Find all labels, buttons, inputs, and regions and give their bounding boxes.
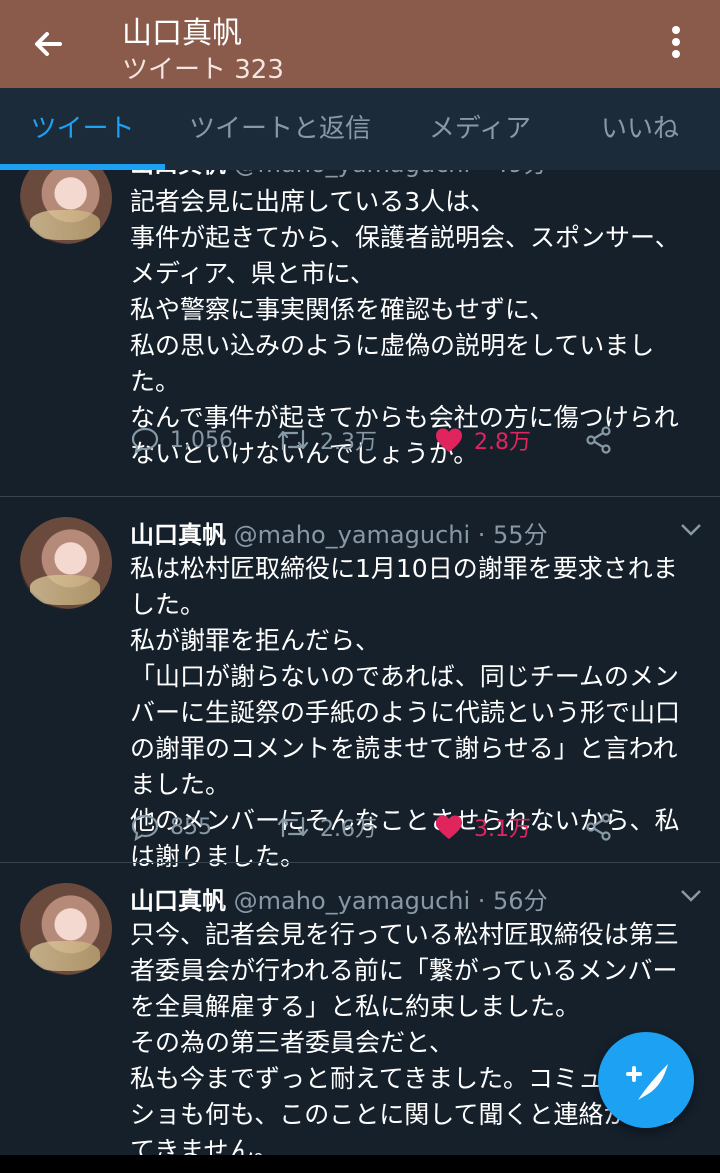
more-options-button[interactable] xyxy=(660,20,692,64)
reply-icon xyxy=(131,814,159,842)
retweet-button[interactable]: 2.6万 xyxy=(276,807,377,847)
tweet-header: 山口真帆 @maho_yamaguchi · 55分 xyxy=(130,515,548,550)
menu-dot xyxy=(672,38,680,46)
share-icon xyxy=(586,813,611,841)
tweet-item[interactable]: 山口真帆 @maho_yamaguchi · 55分 私は松村匠取締役に1月10… xyxy=(0,497,720,871)
tweet-actions: 855 2.6万 3.1万 xyxy=(130,807,710,847)
profile-title: 山口真帆 xyxy=(122,16,242,51)
author-name[interactable]: 山口真帆 xyxy=(130,521,226,549)
tab-media[interactable]: メディア xyxy=(410,88,550,170)
heart-icon xyxy=(436,428,462,452)
retweet-icon xyxy=(277,816,309,838)
avatar[interactable] xyxy=(20,883,112,975)
share-button[interactable] xyxy=(584,420,614,460)
tweet-actions: 1,056 2.3万 2.8万 xyxy=(130,420,710,460)
share-button[interactable] xyxy=(584,807,614,847)
share-icon xyxy=(586,426,611,454)
chevron-down-icon[interactable] xyxy=(680,889,702,903)
avatar[interactable] xyxy=(20,170,112,244)
tweet-header: 山口真帆 @maho_yamaguchi · 49分 xyxy=(130,170,548,179)
reply-icon xyxy=(131,427,159,455)
compose-tweet-button[interactable] xyxy=(598,1032,694,1128)
tweet-feed[interactable]: 山口真帆 @maho_yamaguchi · 49分 記者会見に出席している3人… xyxy=(0,170,720,1155)
chevron-down-icon[interactable] xyxy=(680,523,702,537)
app-bar: 山口真帆 ツイート 323 xyxy=(0,0,720,88)
like-button[interactable]: 2.8万 xyxy=(434,420,531,460)
like-button[interactable]: 3.1万 xyxy=(434,807,531,847)
author-handle-time: @maho_yamaguchi · 56分 xyxy=(233,887,548,915)
arrow-left-icon xyxy=(35,32,62,56)
compose-tweet-icon xyxy=(626,1064,668,1100)
author-handle-time: @maho_yamaguchi · 55分 xyxy=(233,521,548,549)
reply-button[interactable]: 1,056 xyxy=(130,420,233,460)
reply-button[interactable]: 855 xyxy=(130,807,212,847)
profile-tabs: ツイート ツイートと返信 メディア いいね xyxy=(0,88,720,170)
retweet-count: 2.3万 xyxy=(320,430,377,455)
tab-likes[interactable]: いいね xyxy=(580,88,700,170)
like-count: 2.8万 xyxy=(474,430,531,455)
like-count: 3.1万 xyxy=(474,817,531,842)
tab-tweets-and-replies[interactable]: ツイートと返信 xyxy=(180,88,380,170)
more-vertical-icon xyxy=(672,26,680,34)
retweet-count: 2.6万 xyxy=(320,817,377,842)
author-name[interactable]: 山口真帆 xyxy=(130,170,226,178)
author-handle-time: @maho_yamaguchi · 49分 xyxy=(234,170,548,178)
reply-count: 855 xyxy=(170,814,212,840)
tweet-count: ツイート 323 xyxy=(122,55,284,85)
reply-count: 1,056 xyxy=(170,427,233,453)
heart-icon xyxy=(436,815,462,839)
tweet-item[interactable]: 山口真帆 @maho_yamaguchi · 49分 記者会見に出席している3人… xyxy=(0,170,720,496)
tab-tweets[interactable]: ツイート xyxy=(0,88,165,170)
retweet-icon xyxy=(277,429,309,451)
retweet-button[interactable]: 2.3万 xyxy=(276,420,377,460)
system-nav-bar xyxy=(0,1155,720,1173)
back-button[interactable] xyxy=(26,22,70,66)
menu-dot xyxy=(672,50,680,58)
avatar[interactable] xyxy=(20,517,112,609)
tweet-header: 山口真帆 @maho_yamaguchi · 56分 xyxy=(130,881,548,916)
author-name[interactable]: 山口真帆 xyxy=(130,887,226,915)
